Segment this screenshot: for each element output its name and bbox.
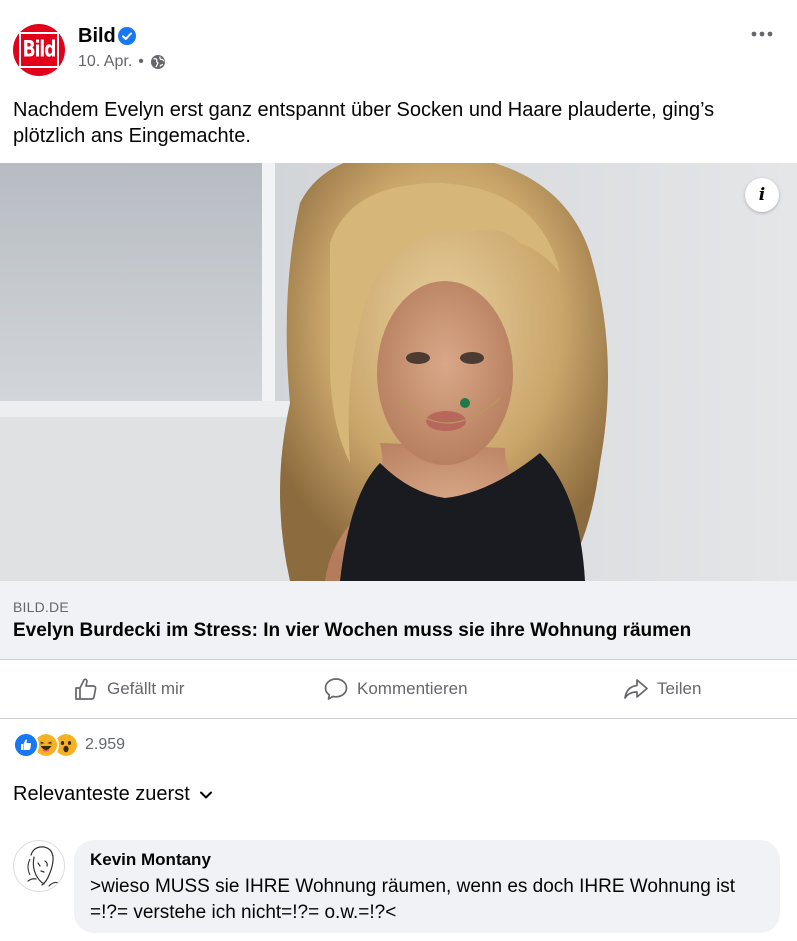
- comment-sort-dropdown[interactable]: Relevanteste zuerst: [13, 783, 214, 806]
- post-text: Nachdem Evelyn erst ganz entspannt über …: [13, 99, 715, 147]
- like-label: Gefällt mir: [107, 679, 185, 698]
- page-name[interactable]: Bild: [78, 24, 116, 48]
- like-icon: [13, 732, 39, 758]
- page-avatar[interactable]: Bild: [13, 24, 65, 76]
- share-arrow-icon: [624, 679, 648, 699]
- sketch-portrait-icon: [27, 846, 59, 887]
- post-header: Bild Bild 10. Apr. •: [0, 0, 797, 90]
- thumbs-up-icon: [75, 678, 97, 700]
- more-options-icon[interactable]: [748, 24, 776, 44]
- post-image[interactable]: [0, 163, 797, 581]
- comment-author[interactable]: Kevin Montany: [90, 850, 764, 870]
- link-title[interactable]: Evelyn Burdecki im Stress: In vier Woche…: [13, 619, 691, 643]
- commenter-avatar[interactable]: [13, 840, 65, 892]
- link-domain: BILD.DE: [13, 599, 69, 615]
- bild-logo: Bild: [19, 32, 59, 68]
- post-date[interactable]: 10. Apr.: [78, 53, 132, 71]
- info-icon: i: [758, 185, 766, 205]
- globe-icon: [150, 55, 165, 69]
- verified-badge-icon: [118, 27, 136, 45]
- comment-label: Kommentieren: [357, 679, 468, 698]
- chevron-down-icon: [199, 791, 212, 798]
- comment-bubble[interactable]: Kevin Montany >wieso MUSS sie IHRE Wohnu…: [74, 840, 780, 933]
- portrait-photo: [0, 163, 797, 581]
- info-button[interactable]: i: [745, 178, 779, 212]
- facebook-post: Bild Bild 10. Apr. • Nachdem Evelyn erst…: [0, 0, 797, 941]
- post-actions-bar: Gefällt mir Kommentieren Teilen: [0, 660, 797, 719]
- reactions-summary[interactable]: 2.959: [13, 732, 126, 758]
- like-button[interactable]: Gefällt mir: [73, 660, 184, 718]
- share-button[interactable]: Teilen: [623, 660, 701, 718]
- comment-text: >wieso MUSS sie IHRE Wohnung räumen, wen…: [90, 876, 736, 923]
- comment-bubble-icon: [324, 678, 348, 700]
- bild-logo-text: Bild: [22, 37, 57, 63]
- sort-label: Relevanteste zuerst: [13, 783, 190, 805]
- share-label: Teilen: [657, 679, 702, 698]
- comment-button[interactable]: Kommentieren: [323, 660, 468, 718]
- reaction-count: 2.959: [85, 736, 126, 753]
- post-meta: 10. Apr. •: [78, 53, 166, 71]
- meta-separator: •: [138, 53, 144, 70]
